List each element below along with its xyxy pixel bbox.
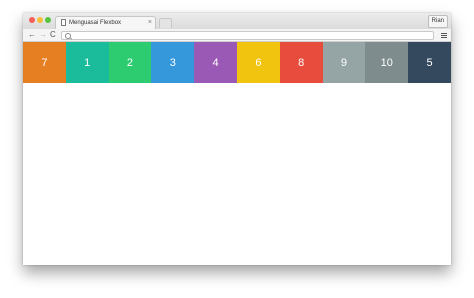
back-button[interactable]: ←	[28, 30, 36, 40]
page-icon	[61, 19, 66, 26]
window-close-button[interactable]	[29, 17, 35, 23]
flex-item: 3	[151, 42, 195, 83]
tab-close-icon[interactable]: ×	[148, 18, 152, 28]
flex-item: 2	[108, 42, 152, 83]
flex-item: 8	[279, 42, 323, 83]
menu-icon[interactable]	[441, 33, 447, 38]
address-bar[interactable]	[61, 31, 434, 40]
window-maximize-button[interactable]	[45, 17, 51, 23]
browser-tab[interactable]: Menguasai Flexbox ×	[55, 16, 156, 29]
tab-title: Menguasai Flexbox	[69, 20, 122, 26]
flex-item: 6	[236, 42, 280, 83]
search-icon	[65, 33, 71, 39]
flex-item: 5	[408, 42, 451, 83]
flex-container: 7 1 2 3 4 6 8 9 10 5	[23, 42, 451, 83]
flex-item: 7	[23, 42, 66, 83]
page-viewport: 7 1 2 3 4 6 8 9 10 5	[23, 42, 451, 265]
forward-button[interactable]: →	[39, 30, 47, 40]
new-tab-button[interactable]	[159, 18, 172, 28]
title-bar: Menguasai Flexbox × Rian	[23, 13, 451, 29]
flex-item: 10	[365, 42, 409, 83]
browser-toolbar: ← → C	[23, 29, 451, 42]
profile-button[interactable]: Rian	[427, 15, 448, 28]
browser-window: Menguasai Flexbox × Rian ← → C 712346891…	[23, 13, 451, 265]
window-minimize-button[interactable]	[37, 17, 43, 23]
flex-item: 4	[194, 42, 237, 83]
flex-item: 1	[65, 42, 109, 83]
flex-item: 9	[322, 42, 366, 83]
reload-button[interactable]: C	[50, 30, 56, 40]
